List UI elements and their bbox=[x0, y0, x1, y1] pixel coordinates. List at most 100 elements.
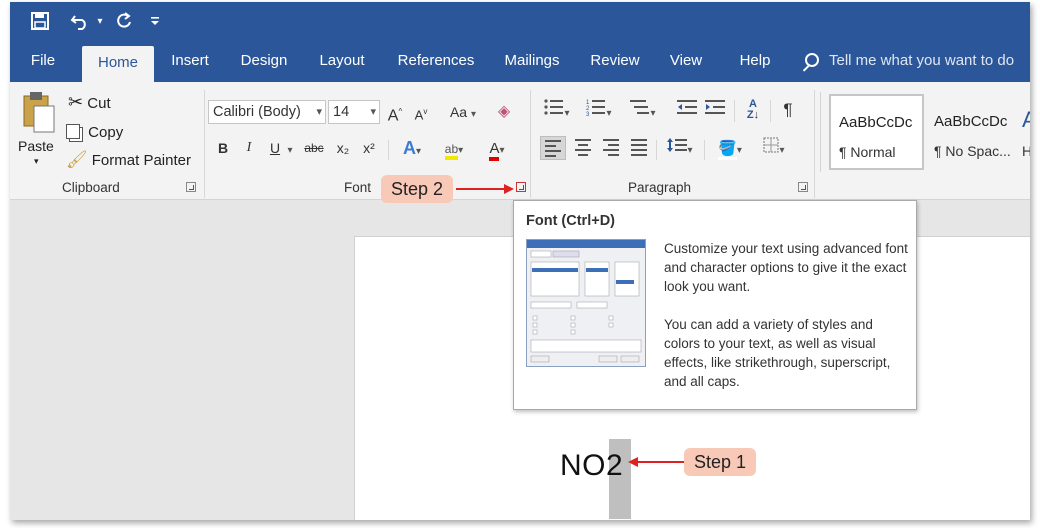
divider bbox=[388, 140, 389, 160]
font-group-label: Font bbox=[344, 180, 372, 195]
undo-dropdown-icon[interactable]: ▾ bbox=[94, 8, 106, 34]
paint-bucket-icon: 🪣 bbox=[718, 140, 737, 160]
copy-icon bbox=[66, 124, 80, 139]
style-heading[interactable]: A H bbox=[1019, 94, 1030, 170]
line-spacing-button[interactable]: ▾ bbox=[662, 136, 698, 160]
paste-label: Paste bbox=[18, 138, 54, 154]
font-dialog-thumbnail bbox=[526, 239, 646, 367]
numbering-icon: 123 bbox=[586, 100, 606, 118]
tooltip-title: Font (Ctrl+D) bbox=[526, 213, 615, 229]
customize-qat-icon[interactable] bbox=[146, 8, 164, 34]
font-tooltip: Font (Ctrl+D) Customize your text using … bbox=[513, 200, 917, 410]
tab-help[interactable]: Help bbox=[726, 40, 784, 82]
divider bbox=[530, 90, 531, 198]
style-name: ¶ No Spac... bbox=[934, 143, 1011, 159]
tooltip-description-extra: You can add a variety of styles and colo… bbox=[664, 317, 891, 389]
style-no-spacing[interactable]: AaBbCcDc ¶ No Spac... bbox=[925, 94, 1020, 170]
increase-indent-icon[interactable] bbox=[702, 98, 728, 122]
font-size-select[interactable]: 14 bbox=[328, 100, 380, 124]
style-sample: AaBbCcDc bbox=[934, 113, 1008, 130]
numbering-button[interactable]: 1 2 3 ▾ bbox=[580, 98, 618, 122]
show-formatting-icon[interactable]: ¶ bbox=[776, 98, 800, 122]
step-2-arrow bbox=[456, 184, 514, 194]
divider bbox=[770, 100, 771, 122]
clear-formatting-icon[interactable]: ◈ bbox=[492, 100, 516, 124]
save-icon[interactable] bbox=[26, 8, 54, 34]
tab-review[interactable]: Review bbox=[584, 40, 646, 82]
shrink-font-button[interactable]: Av bbox=[410, 100, 432, 124]
tab-layout[interactable]: Layout bbox=[310, 40, 374, 82]
cut-button[interactable]: ✂ Cut bbox=[68, 92, 111, 113]
align-left-button[interactable] bbox=[540, 136, 566, 160]
tooltip-description: Customize your text using advanced font … bbox=[664, 241, 908, 294]
step-1-arrow bbox=[628, 457, 684, 467]
divider bbox=[734, 100, 735, 122]
subscript-button[interactable]: x₂ bbox=[332, 136, 354, 160]
shading-button[interactable]: 🪣▾ bbox=[710, 136, 750, 160]
clipboard-launcher-icon[interactable] bbox=[186, 182, 196, 192]
tab-view[interactable]: View bbox=[662, 40, 710, 82]
underline-button[interactable]: U bbox=[266, 136, 284, 160]
divider bbox=[814, 90, 815, 198]
multilevel-list-icon bbox=[630, 100, 650, 114]
multilevel-list-button[interactable]: ▾ bbox=[622, 98, 662, 122]
sort-icon[interactable]: A Z↓ bbox=[740, 98, 766, 122]
paragraph-launcher-icon[interactable] bbox=[798, 182, 808, 192]
redo-icon[interactable] bbox=[110, 8, 138, 34]
highlighter-icon: ab bbox=[444, 142, 459, 160]
font-dialog-launcher-icon[interactable] bbox=[516, 182, 526, 192]
highlight-color-button[interactable]: ab▾ bbox=[436, 136, 472, 160]
paragraph-group-label: Paragraph bbox=[628, 180, 692, 195]
divider bbox=[704, 140, 705, 160]
justify-icon[interactable] bbox=[626, 136, 652, 160]
tab-references[interactable]: References bbox=[390, 40, 482, 82]
paste-icon bbox=[23, 92, 55, 133]
style-normal[interactable]: AaBbCcDc ¶ Normal bbox=[829, 94, 924, 170]
font-color-icon: A bbox=[489, 140, 500, 161]
tell-me-search[interactable]: Tell me what you want to do bbox=[805, 40, 1014, 82]
style-name: ¶ Normal bbox=[839, 144, 896, 160]
tab-home[interactable]: Home bbox=[82, 46, 154, 82]
copy-button[interactable]: Copy bbox=[66, 122, 123, 141]
undo-icon[interactable] bbox=[66, 8, 94, 34]
strikethrough-button[interactable]: abc bbox=[300, 136, 328, 160]
change-case-button[interactable]: Aa ▾ bbox=[442, 100, 484, 124]
tab-insert[interactable]: Insert bbox=[162, 40, 218, 82]
divider bbox=[656, 140, 657, 160]
text-effects-button[interactable]: A▾ bbox=[396, 136, 428, 160]
cut-label: Cut bbox=[87, 95, 111, 112]
ribbon-tabs: File Home Insert Design Layout Reference… bbox=[10, 40, 1030, 82]
bold-button[interactable]: B bbox=[214, 136, 232, 160]
superscript-button[interactable]: x² bbox=[358, 136, 380, 160]
svg-text:3: 3 bbox=[586, 112, 590, 116]
tab-design[interactable]: Design bbox=[232, 40, 296, 82]
borders-button[interactable]: ▾ bbox=[754, 136, 794, 160]
style-name: H bbox=[1022, 143, 1030, 159]
format-painter-button[interactable]: 🖌 Format Painter bbox=[66, 150, 191, 170]
bullets-button[interactable]: ▾ bbox=[538, 98, 576, 122]
divider bbox=[204, 90, 205, 198]
font-color-button[interactable]: A▾ bbox=[480, 136, 514, 161]
grow-font-button[interactable]: A^ bbox=[384, 100, 406, 124]
paste-button[interactable]: Paste ▾ bbox=[18, 90, 62, 170]
borders-icon bbox=[763, 137, 779, 153]
align-left-icon bbox=[545, 140, 561, 157]
bullets-icon bbox=[544, 99, 564, 115]
document-text[interactable]: NO2 bbox=[560, 449, 623, 483]
align-right-icon[interactable] bbox=[598, 136, 624, 160]
align-center-icon[interactable] bbox=[570, 136, 596, 160]
decrease-indent-icon[interactable] bbox=[674, 98, 700, 122]
style-sample: A bbox=[1022, 107, 1030, 132]
tab-file[interactable]: File bbox=[22, 40, 64, 82]
font-name-select[interactable]: Calibri (Body) bbox=[208, 100, 326, 124]
style-sample: AaBbCcDc bbox=[839, 114, 913, 131]
format-painter-label: Format Painter bbox=[91, 152, 191, 169]
underline-dropdown-icon[interactable]: ▾ bbox=[284, 136, 296, 160]
tell-me-text: Tell me what you want to do bbox=[829, 52, 1015, 69]
paintbrush-icon: 🖌 bbox=[66, 150, 88, 169]
italic-button[interactable]: I bbox=[240, 136, 258, 160]
copy-label: Copy bbox=[88, 124, 124, 141]
tab-mailings[interactable]: Mailings bbox=[496, 40, 568, 82]
home-ribbon: Paste ▾ ✂ Cut Copy 🖌 Format Painter Clip… bbox=[10, 82, 1030, 200]
scissors-icon: ✂ bbox=[68, 92, 84, 112]
